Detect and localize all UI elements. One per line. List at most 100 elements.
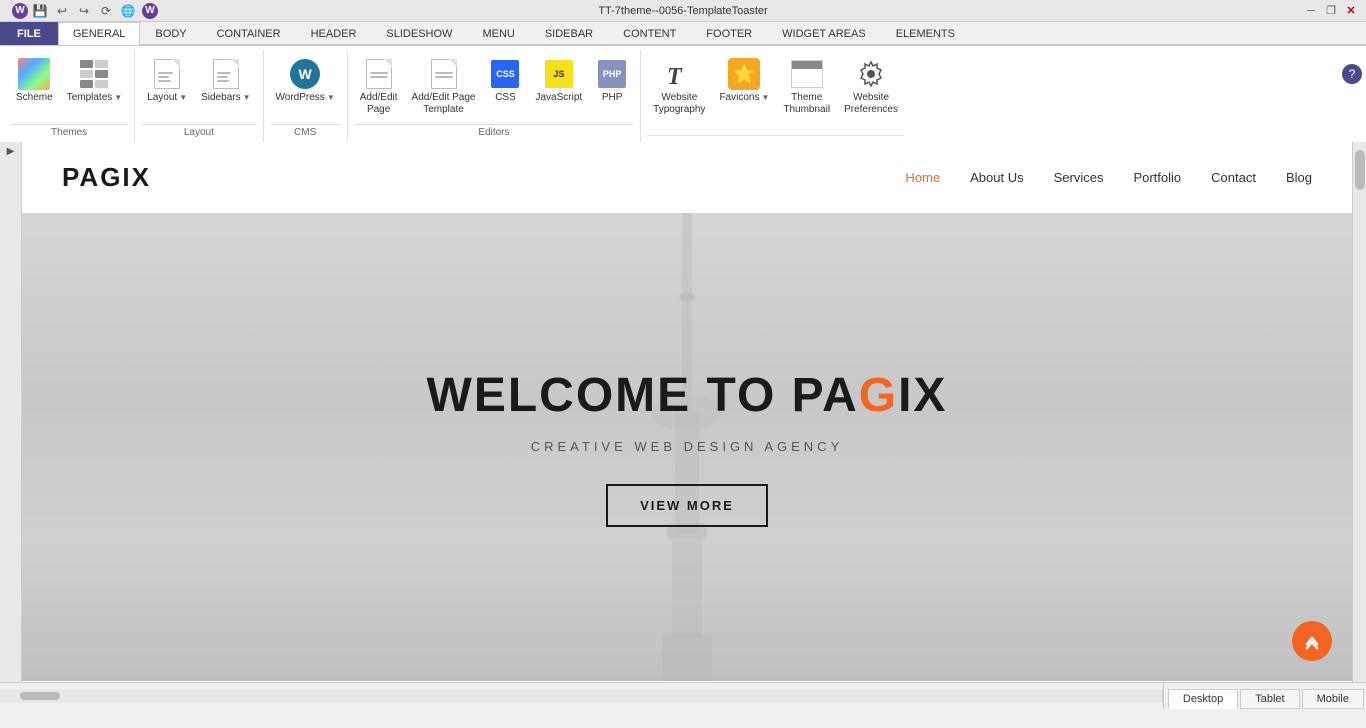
- extra-group-label: [647, 135, 904, 140]
- site-header: PAGIX Home About Us Services Portfolio C…: [22, 142, 1352, 213]
- ribbon-group-extra-items: T Website Typography Favicons ▼: [647, 50, 904, 133]
- tab-desktop[interactable]: Desktop: [1168, 689, 1238, 709]
- wordpress-label: WordPress ▼: [276, 92, 335, 104]
- restore-button[interactable]: ❐: [1324, 4, 1338, 18]
- javascript-button[interactable]: JS JavaScript: [529, 54, 588, 108]
- scheme-label: Scheme: [16, 92, 53, 104]
- layout-button[interactable]: Layout ▼: [141, 54, 193, 108]
- layout-group-label: Layout: [141, 124, 256, 140]
- hero-title: WELCOME TO PAGIX: [427, 368, 948, 423]
- tab-container[interactable]: CONTAINER: [202, 22, 296, 45]
- tab-header[interactable]: HEADER: [296, 22, 372, 45]
- add-edit-doc-icon: [366, 59, 392, 89]
- hero-section: WELCOME TO PAGIX CREATIVE WEB DESIGN AGE…: [22, 213, 1352, 681]
- minimize-button[interactable]: ─: [1304, 4, 1318, 18]
- favicons-dropdown-arrow: ▼: [761, 93, 769, 103]
- hero-view-more-button[interactable]: VIEW MORE: [606, 484, 768, 527]
- refresh-button[interactable]: ⟳: [96, 1, 116, 21]
- app-icon: [12, 3, 28, 19]
- window-title: TT-7theme--0056-TemplateToaster: [598, 5, 767, 17]
- help-button[interactable]: ?: [1342, 64, 1362, 84]
- tab-tablet[interactable]: Tablet: [1240, 689, 1299, 709]
- undo-button[interactable]: ↩: [52, 1, 72, 21]
- bottom-bar: Desktop Tablet Mobile: [0, 682, 1366, 708]
- nav-about[interactable]: About Us: [970, 170, 1023, 185]
- star-icon: [728, 58, 760, 90]
- vertical-scrollbar[interactable]: [1352, 142, 1366, 682]
- tab-menu[interactable]: MENU: [467, 22, 529, 45]
- tab-sidebar[interactable]: SIDEBAR: [530, 22, 608, 45]
- ribbon-group-cms-items: W WordPress ▼: [270, 50, 341, 122]
- layout-label: Layout ▼: [147, 92, 187, 104]
- quick-access-toolbar: 💾 ↩ ↪ ⟳ 🌐: [8, 1, 162, 21]
- favicons-label: Favicons ▼: [719, 92, 769, 104]
- hero-title-prefix: WELCOME TO PA: [427, 369, 859, 422]
- save-button[interactable]: 💾: [30, 1, 50, 21]
- ribbon-group-editors-items: Add/Edit Page Add/Edit Page Template: [354, 50, 634, 122]
- thumbnail-header-icon: [792, 61, 822, 69]
- horizontal-scrollbar[interactable]: [0, 689, 1163, 703]
- tab-mobile[interactable]: Mobile: [1302, 689, 1364, 709]
- javascript-icon: JS: [543, 58, 575, 90]
- view-tabs: Desktop Tablet Mobile: [1163, 683, 1366, 709]
- wp-circle-icon: W: [290, 59, 320, 89]
- close-button[interactable]: ✕: [1344, 4, 1358, 18]
- add-edit-page-template-button[interactable]: Add/Edit Page Template: [406, 54, 482, 120]
- sidebars-button[interactable]: Sidebars ▼: [195, 54, 256, 108]
- favicons-button[interactable]: Favicons ▼: [713, 54, 775, 108]
- themes-group-label: Themes: [10, 124, 128, 140]
- left-panel-toggle[interactable]: ▶: [0, 142, 22, 682]
- add-edit-page-template-icon: [428, 58, 460, 90]
- horizontal-scrollbar-thumb[interactable]: [20, 692, 60, 700]
- theme-thumbnail-label: Theme Thumbnail: [783, 92, 830, 116]
- css-badge-icon: CSS: [491, 60, 519, 88]
- nav-contact[interactable]: Contact: [1211, 170, 1256, 185]
- svg-text:T: T: [667, 64, 683, 90]
- php-icon: PHP: [596, 58, 628, 90]
- website-preferences-icon: [855, 58, 887, 90]
- website-preferences-label: Website Preferences: [844, 92, 898, 116]
- add-edit-page-template-label: Add/Edit Page Template: [412, 92, 476, 116]
- nav-portfolio[interactable]: Portfolio: [1133, 170, 1181, 185]
- tab-footer[interactable]: FOOTER: [691, 22, 767, 45]
- favicons-icon: [728, 58, 760, 90]
- left-panel-arrow-icon: ▶: [7, 146, 15, 157]
- ribbon-tabs: FILE GENERAL BODY CONTAINER HEADER SLIDE…: [0, 22, 1366, 46]
- nav-services[interactable]: Services: [1054, 170, 1104, 185]
- layout-doc-icon: [154, 59, 180, 89]
- scheme-icon: [18, 58, 50, 90]
- add-edit-page-button[interactable]: Add/Edit Page: [354, 54, 404, 120]
- css-button[interactable]: CSS CSS: [483, 54, 527, 108]
- theme-thumbnail-button[interactable]: Theme Thumbnail: [777, 54, 836, 120]
- tab-body[interactable]: BODY: [140, 22, 201, 45]
- title-bar: 💾 ↩ ↪ ⟳ 🌐 TT-7theme--0056-TemplateToaste…: [0, 0, 1366, 22]
- tab-elements[interactable]: ELEMENTS: [881, 22, 970, 45]
- templates-button[interactable]: Templates ▼: [61, 54, 129, 108]
- nav-home[interactable]: Home: [905, 170, 940, 185]
- php-label: PHP: [602, 92, 623, 104]
- tab-general[interactable]: GENERAL: [58, 22, 141, 45]
- tab-slideshow[interactable]: SLIDESHOW: [371, 22, 467, 45]
- ribbon-group-editors: Add/Edit Page Add/Edit Page Template: [348, 50, 641, 142]
- scheme-button[interactable]: Scheme: [10, 54, 59, 108]
- theme-thumbnail-icon: [791, 58, 823, 90]
- wp-dropdown-arrow: ▼: [327, 93, 335, 103]
- tab-widget-areas[interactable]: WIDGET AREAS: [767, 22, 881, 45]
- canvas-area: PAGIX Home About Us Services Portfolio C…: [22, 142, 1352, 682]
- tab-file[interactable]: FILE: [0, 22, 58, 45]
- website-typography-button[interactable]: T Website Typography: [647, 54, 711, 120]
- window-controls: ─ ❐ ✕: [1304, 4, 1358, 18]
- ribbon-group-themes-items: Scheme: [10, 50, 128, 122]
- nav-blog[interactable]: Blog: [1286, 170, 1312, 185]
- scroll-up-button[interactable]: [1292, 621, 1332, 661]
- ribbon-group-layout: Layout ▼: [135, 50, 263, 142]
- wordpress-button[interactable]: W WordPress ▼: [270, 54, 341, 108]
- website-preferences-button[interactable]: Website Preferences: [838, 54, 904, 120]
- css-icon: CSS: [489, 58, 521, 90]
- redo-button[interactable]: ↪: [74, 1, 94, 21]
- page-template-doc-icon: [431, 59, 457, 89]
- javascript-label: JavaScript: [535, 92, 582, 104]
- tab-content[interactable]: CONTENT: [608, 22, 691, 45]
- php-button[interactable]: PHP PHP: [590, 54, 634, 108]
- php-badge-icon: PHP: [598, 60, 626, 88]
